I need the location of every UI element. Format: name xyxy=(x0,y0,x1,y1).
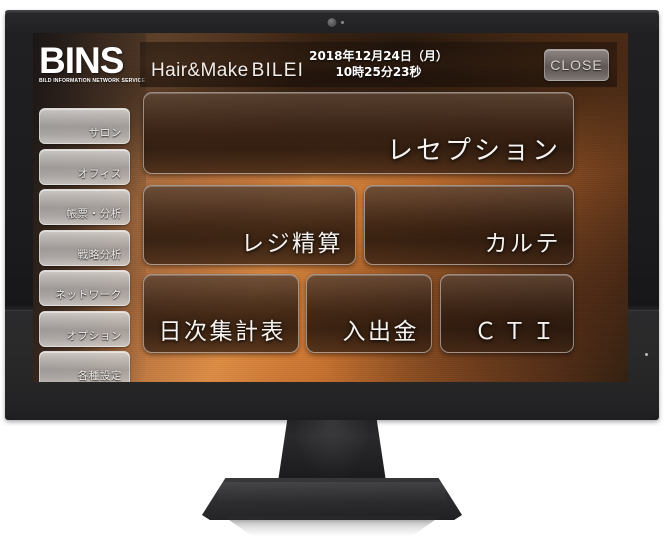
sidebar-item-label: ネットワーク xyxy=(55,289,122,301)
close-button-label: CLOSE xyxy=(550,57,603,73)
tile-label: レジ精算 xyxy=(241,231,343,257)
sidebar-item-salon[interactable]: サロン xyxy=(39,108,130,144)
sidebar-item-label: サロン xyxy=(88,127,122,139)
power-led-icon xyxy=(645,353,648,356)
logo-wordmark: BINS xyxy=(39,40,124,81)
sidebar-item-settings[interactable]: 各種設定 xyxy=(39,351,130,382)
sidebar-item-label: 各種設定 xyxy=(77,370,122,382)
sidebar-item-label: 帳票・分析 xyxy=(66,208,122,220)
close-button[interactable]: CLOSE xyxy=(544,49,609,81)
sidebar-item-network[interactable]: ネットワーク xyxy=(39,270,130,306)
monitor: BINS BILD INFORMATION NETWORK SERVICE サロ… xyxy=(5,10,659,420)
sidebar-item-label: 戦略分析 xyxy=(77,248,122,261)
logo-subtitle: BILD INFORMATION NETWORK SERVICE xyxy=(39,78,146,84)
tile-register-settlement[interactable]: レジ精算 xyxy=(143,185,356,265)
main-menu-grid: レセプション レジ精算 カルテ 日次集計表 入出金 ＣＴＩ xyxy=(140,92,617,374)
tile-label: 日次集計表 xyxy=(158,319,286,345)
sidebar-item-strategy-analysis[interactable]: 戦略分析 xyxy=(39,229,130,266)
sidebar-item-reports-analysis[interactable]: 帳票・分析 xyxy=(39,189,130,225)
sidebar-menu: サロン オフィス 帳票・分析 戦略分析 ネットワーク オプション 各種設定 xyxy=(39,108,130,382)
sidebar: BINS BILD INFORMATION NETWORK SERVICE サロ… xyxy=(33,33,146,382)
clock-date: 2018年12月24日（月） xyxy=(309,49,448,63)
clock-time: 10時25分23秒 xyxy=(335,65,422,79)
tile-karte[interactable]: カルテ xyxy=(364,185,574,265)
tile-cti[interactable]: ＣＴＩ xyxy=(440,274,574,353)
sidebar-item-label: オフィス xyxy=(77,167,122,180)
sidebar-item-options[interactable]: オプション xyxy=(39,310,130,347)
tile-label: ＣＴＩ xyxy=(474,319,561,345)
tile-cash-inout[interactable]: 入出金 xyxy=(306,274,432,353)
webcam-led-icon xyxy=(341,21,344,24)
header-bar: Hair&Make BILEI 2018年12月24日（月） 10時25分23秒 … xyxy=(140,42,617,87)
monitor-stand-base xyxy=(202,478,462,520)
monitor-stand-reflection xyxy=(223,516,441,536)
tile-label: レセプション xyxy=(386,136,561,166)
tile-reception[interactable]: レセプション xyxy=(143,92,574,174)
shop-brand: BILEI xyxy=(251,60,305,81)
sidebar-item-office[interactable]: オフィス xyxy=(39,148,130,185)
shop-name: Hair&Make xyxy=(151,60,249,81)
app-logo: BINS BILD INFORMATION NETWORK SERVICE xyxy=(39,40,146,84)
tile-label: 入出金 xyxy=(342,319,419,345)
bezel-top-edge xyxy=(5,10,659,13)
webcam-icon xyxy=(327,18,337,27)
clock-display: 2018年12月24日（月） 10時25分23秒 xyxy=(309,48,448,80)
tile-daily-summary[interactable]: 日次集計表 xyxy=(143,274,299,353)
tile-label: カルテ xyxy=(484,231,561,257)
shop-title: Hair&Make BILEI xyxy=(151,60,304,82)
screen: BINS BILD INFORMATION NETWORK SERVICE サロ… xyxy=(33,33,628,382)
sidebar-item-label: オプション xyxy=(66,329,122,342)
